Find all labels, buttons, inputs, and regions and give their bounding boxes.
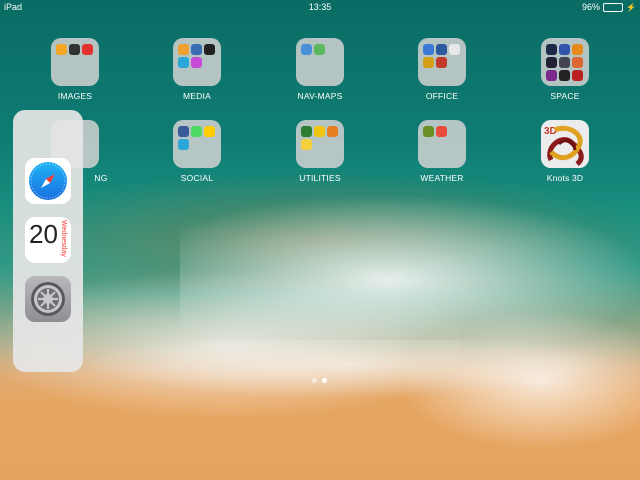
folder-mini-app-icon	[301, 44, 312, 55]
folder-mini-app-icon	[69, 44, 80, 55]
icon-label: UTILITIES	[299, 173, 341, 183]
folder-mini-app-icon	[314, 44, 325, 55]
folder-mini-app-icon	[449, 44, 460, 55]
folder-mini-app-icon	[436, 57, 447, 68]
folder-mini-app-icon	[559, 44, 570, 55]
icon-label: IMAGES	[57, 91, 93, 101]
icon-label: WEATHER	[420, 173, 464, 183]
dock-app-calendar[interactable]: 20 Wednesday	[25, 217, 71, 263]
folder-mini-app-icon	[178, 126, 189, 137]
folder-icon	[541, 38, 589, 86]
folder-icon	[296, 38, 344, 86]
folder-mini-app-icon	[191, 44, 202, 55]
calendar-weekday: Wednesday	[60, 220, 67, 257]
folder-mini-app-icon	[423, 126, 434, 137]
folder-mini-app-icon	[314, 126, 325, 137]
page-indicator[interactable]	[312, 378, 327, 383]
folder-mini-app-icon	[436, 44, 447, 55]
folder-mini-app-icon	[423, 44, 434, 55]
battery-indicator: 96% ⚡	[582, 2, 636, 12]
dock-app-settings[interactable]	[25, 276, 71, 322]
app-knots-3d[interactable]: 3D Knots 3D	[520, 120, 610, 183]
folder-mini-app-icon	[436, 126, 447, 137]
folder-mini-app-icon	[546, 57, 557, 68]
charging-icon: ⚡	[626, 2, 636, 12]
folder-icon	[418, 38, 466, 86]
dock-app-safari[interactable]	[25, 158, 71, 204]
folder-icon	[296, 120, 344, 168]
safari-icon	[25, 158, 71, 204]
folder-mini-app-icon	[572, 57, 583, 68]
battery-icon	[603, 2, 624, 12]
folder-mini-app-icon	[191, 126, 202, 137]
page-dot[interactable]	[312, 378, 317, 383]
calendar-day: 20	[29, 219, 58, 249]
folder-mini-app-icon	[559, 57, 570, 68]
page-dot-active[interactable]	[322, 378, 327, 383]
folder-mini-app-icon	[178, 57, 189, 68]
folder-space[interactable]: SPACE	[520, 38, 610, 101]
folder-mini-app-icon	[546, 70, 557, 81]
icon-label: SOCIAL	[180, 173, 214, 183]
clock: 13:35	[308, 2, 332, 12]
folder-utilities[interactable]: UTILITIES	[275, 120, 365, 183]
icon-label: NAV-MAPS	[297, 91, 343, 101]
folder-mini-app-icon	[56, 44, 67, 55]
icon-label: SPACE	[550, 91, 580, 101]
folder-office[interactable]: OFFICE	[397, 38, 487, 101]
status-bar: iPad 13:35 96% ⚡	[0, 0, 640, 14]
icon-label: MEDIA	[183, 91, 211, 101]
folder-mini-app-icon	[559, 70, 570, 81]
folder-mini-app-icon	[301, 139, 312, 150]
folder-weather[interactable]: WEATHER	[397, 120, 487, 183]
folder-icon	[418, 120, 466, 168]
knots-3d-icon: 3D	[541, 120, 589, 168]
folder-nav-maps[interactable]: NAV-MAPS	[275, 38, 365, 101]
folder-mini-app-icon	[546, 44, 557, 55]
folder-mini-app-icon	[572, 70, 583, 81]
folder-social[interactable]: SOCIAL	[152, 120, 242, 183]
folder-mini-app-icon	[82, 44, 93, 55]
folder-mini-app-icon	[178, 44, 189, 55]
folder-mini-app-icon	[191, 57, 202, 68]
folder-media[interactable]: MEDIA	[152, 38, 242, 101]
folder-mini-app-icon	[178, 139, 189, 150]
folder-icon	[51, 38, 99, 86]
folder-mini-app-icon	[204, 126, 215, 137]
dock: 20 Wednesday	[13, 110, 83, 372]
folder-icon	[173, 38, 221, 86]
folder-mini-app-icon	[327, 126, 338, 137]
folder-icon	[173, 120, 221, 168]
folder-images[interactable]: IMAGES	[30, 38, 120, 101]
folder-mini-app-icon	[204, 44, 215, 55]
settings-icon	[31, 282, 65, 316]
folder-mini-app-icon	[301, 126, 312, 137]
icon-label: Knots 3D	[546, 173, 584, 183]
battery-percent: 96%	[582, 2, 601, 12]
folder-mini-app-icon	[572, 44, 583, 55]
folder-mini-app-icon	[423, 57, 434, 68]
icon-label: OFFICE	[425, 91, 459, 101]
